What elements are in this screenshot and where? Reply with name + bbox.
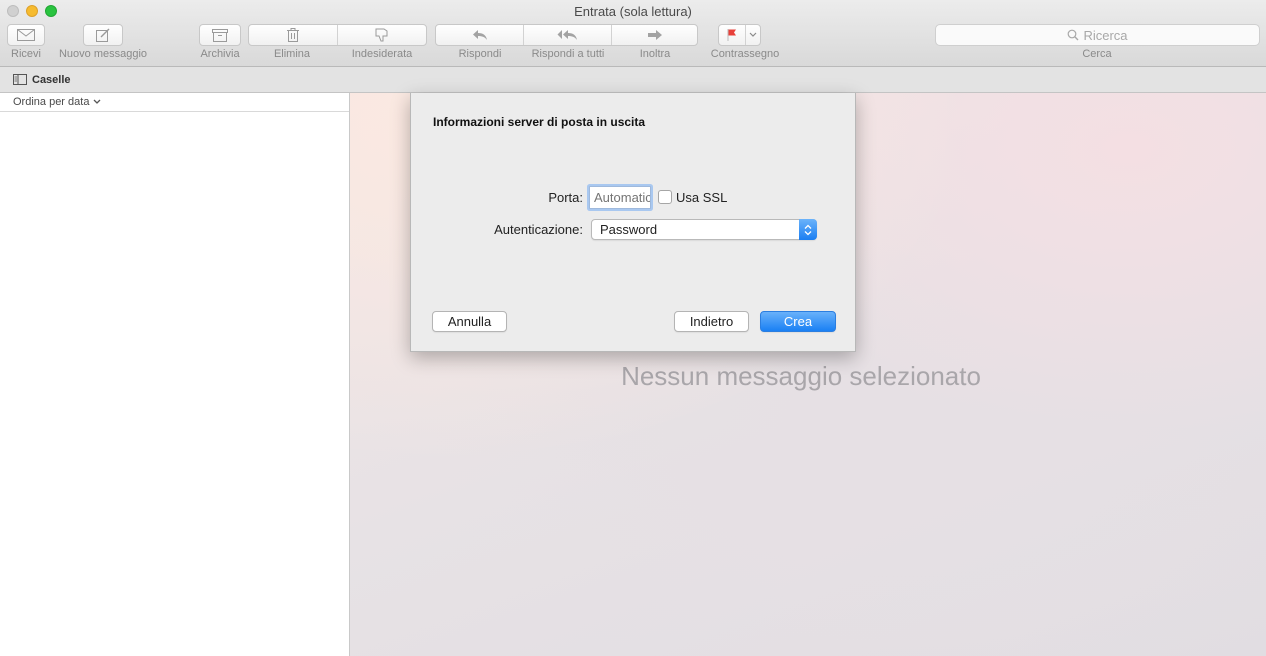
window-title: Entrata (sola lettura) [574, 4, 692, 19]
new-message-button[interactable] [83, 24, 123, 46]
chevron-down-icon [749, 32, 757, 37]
forward-arrow-icon [647, 30, 662, 40]
archive-label: Archivia [200, 48, 240, 60]
forward-label: Inoltra [639, 48, 671, 60]
mailboxes-toggle[interactable]: Caselle [13, 74, 71, 86]
chevron-down-icon [93, 99, 101, 104]
cancel-button[interactable]: Annulla [432, 311, 507, 332]
mail-window: Entrata (sola lettura) Ricevi Nuovo mess… [0, 0, 1266, 656]
back-button[interactable]: Indietro [674, 311, 749, 332]
authentication-label: Autenticazione: [494, 222, 583, 237]
flag-icon [727, 29, 736, 41]
message-list[interactable]: Ordina per data [0, 93, 350, 656]
mailboxes-label: Caselle [32, 73, 71, 86]
reply-all-label: Rispondi a tutti [531, 48, 605, 60]
use-ssl-label: Usa SSL [676, 190, 728, 205]
authentication-select[interactable]: Password [591, 219, 817, 240]
authentication-value: Password [600, 222, 658, 237]
archive-box-icon [212, 28, 228, 42]
reply-group [435, 24, 698, 46]
updown-arrows-icon [799, 219, 817, 240]
receive-label: Ricevi [11, 48, 41, 60]
envelope-icon [17, 29, 35, 41]
no-message-selected-label: Nessun messaggio selezionato [621, 361, 981, 391]
flag-group [718, 24, 761, 46]
favorites-bar: Caselle [0, 67, 1266, 93]
junk-button[interactable] [338, 25, 426, 45]
new-message-label: Nuovo messaggio [58, 48, 148, 60]
flag-label: Contrassegno [710, 48, 780, 60]
reply-all-button[interactable] [524, 25, 612, 45]
forward-button[interactable] [612, 25, 697, 45]
toolbar: Entrata (sola lettura) Ricevi Nuovo mess… [0, 0, 1266, 67]
delete-button[interactable] [249, 25, 338, 45]
create-button[interactable]: Crea [760, 311, 836, 332]
search-label: Cerca [1082, 48, 1112, 60]
compose-icon [96, 28, 110, 42]
no-message-selected-text: Nessun messaggio selezionato [350, 361, 1266, 392]
trash-icon [287, 28, 299, 42]
search-icon [1068, 29, 1079, 41]
archive-button[interactable] [199, 24, 241, 46]
reply-all-arrow-icon [557, 30, 577, 40]
receive-button[interactable] [7, 24, 45, 46]
search-placeholder: Ricerca [1083, 27, 1128, 43]
reply-button[interactable] [436, 25, 524, 45]
sort-menu[interactable]: Ordina per data [0, 93, 349, 112]
flag-menu-button[interactable] [746, 25, 760, 45]
use-ssl-checkbox[interactable] [658, 190, 672, 204]
reply-arrow-icon [472, 30, 487, 40]
reply-label: Rispondi [458, 48, 502, 60]
thumbs-down-icon [375, 28, 388, 42]
search-field[interactable]: Ricerca [935, 24, 1260, 46]
flag-button[interactable] [719, 25, 746, 45]
junk-label: Indesiderata [351, 48, 413, 60]
dialog-title: Informazioni server di posta in uscita [433, 115, 646, 129]
sort-label: Ordina per data [13, 96, 90, 108]
delete-junk-group [248, 24, 427, 46]
outgoing-server-dialog: Informazioni server di posta in uscita P… [410, 93, 856, 352]
sidebar-icon [13, 74, 27, 85]
delete-label: Elimina [273, 48, 311, 60]
port-input[interactable] [589, 186, 651, 209]
port-label: Porta: [548, 190, 583, 205]
